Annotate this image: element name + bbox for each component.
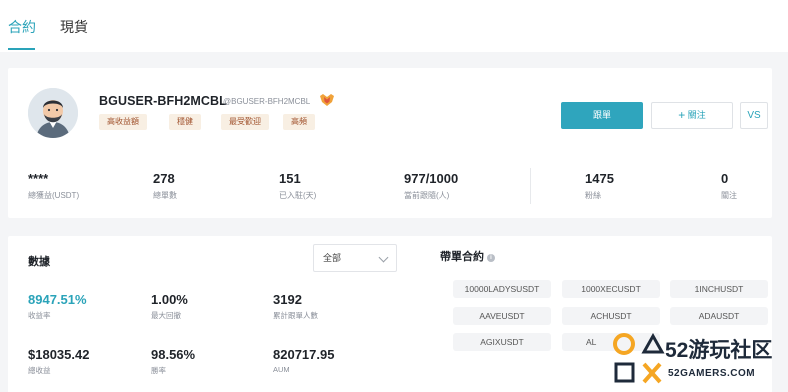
stat-fans: 1475 粉絲 xyxy=(585,171,614,201)
compare-button[interactable]: VS xyxy=(740,102,768,129)
stat-value: **** xyxy=(28,171,49,186)
metric-roi: 8947.51% 收益率 xyxy=(28,292,87,321)
metric-value: $18035.42 xyxy=(28,347,90,362)
tab-spot[interactable]: 現貨 xyxy=(60,17,88,37)
metric-win-rate: 98.56% 勝率 xyxy=(151,347,195,376)
stat-label: 總單數 xyxy=(153,191,177,200)
trader-badge-icon xyxy=(320,94,334,106)
metric-total-profit: $18035.42 總收益 xyxy=(28,347,89,376)
stat-value: 278 xyxy=(153,171,175,186)
stat-divider xyxy=(530,168,531,204)
metric-label: 最大回撤 xyxy=(151,311,181,320)
avatar-illustration xyxy=(28,88,78,138)
metric-total-copiers: 3192 累計跟單人數 xyxy=(273,292,318,321)
top-tab-bar: 合約 現貨 xyxy=(0,0,788,52)
contract-chip[interactable]: 1000XECUSDT xyxy=(562,280,660,298)
stat-label: 當前跟隨(人) xyxy=(404,191,450,200)
contract-chip[interactable]: AAVEUSDT xyxy=(453,307,551,325)
follow-button-label: 關注 xyxy=(687,110,706,120)
contract-chip[interactable]: ACHUSDT xyxy=(562,307,660,325)
stat-value: 151 xyxy=(279,171,301,186)
chevron-down-icon xyxy=(378,252,389,263)
contracts-section-title: 帶單合約 i xyxy=(440,248,495,264)
active-tab-indicator xyxy=(8,48,35,50)
period-select[interactable]: 全部 xyxy=(313,244,397,272)
stat-total-orders: 278 總單數 xyxy=(153,171,177,201)
site-watermark: 52游玩社区 52GAMERS.COM xyxy=(611,330,788,392)
metric-label: AUM xyxy=(273,365,290,374)
metric-label: 總收益 xyxy=(28,366,51,375)
metric-value: 98.56% xyxy=(151,347,196,362)
stat-label: 關注 xyxy=(721,191,737,200)
contract-chip[interactable]: 1INCHUSDT xyxy=(670,280,768,298)
stat-following: 0 關注 xyxy=(721,171,737,201)
stat-label: 已入駐(天) xyxy=(279,191,317,200)
metric-label: 累計跟單人數 xyxy=(273,311,318,320)
metric-value: 3192 xyxy=(273,292,302,307)
metric-label: 勝率 xyxy=(151,366,166,375)
data-section-title: 數據 xyxy=(28,256,50,268)
username: BGUSER-BFH2MCBL xyxy=(99,94,227,108)
user-handle: @BGUSER-BFH2MCBL xyxy=(223,97,311,106)
stat-current-followers: 977/1000 當前跟隨(人) xyxy=(404,171,458,201)
info-icon[interactable]: i xyxy=(487,254,495,262)
tag-high-frequency: 高頻 xyxy=(283,114,315,130)
avatar[interactable] xyxy=(28,88,78,138)
follow-button[interactable]: + 關注 xyxy=(651,102,733,129)
stat-value: 1475 xyxy=(585,171,614,186)
tab-contract[interactable]: 合約 xyxy=(8,17,36,37)
stat-label: 總獲益(USDT) xyxy=(28,191,80,200)
watermark-logo-icon xyxy=(613,332,665,384)
stat-label: 粉絲 xyxy=(585,191,601,200)
metric-value: 1.00% xyxy=(151,292,188,307)
metric-value: 8947.51% xyxy=(28,292,87,307)
contract-chip[interactable]: 10000LADYSUSDT xyxy=(453,280,551,298)
contract-chip[interactable]: ADAUSDT xyxy=(670,307,768,325)
metric-label: 收益率 xyxy=(28,311,51,320)
tag-most-popular: 最受歡迎 xyxy=(221,114,269,130)
watermark-url: 52GAMERS.COM xyxy=(668,368,756,379)
stat-value: 977/1000 xyxy=(404,171,459,186)
tag-steady: 穩健 xyxy=(169,114,201,130)
copy-trade-button[interactable]: 跟單 xyxy=(561,102,643,129)
stat-days-joined: 151 已入駐(天) xyxy=(279,171,316,201)
contract-chip[interactable]: AGIXUSDT xyxy=(453,333,551,351)
metric-max-drawdown: 1.00% 最大回撤 xyxy=(151,292,188,321)
tag-high-profit: 高收益額 xyxy=(99,114,147,130)
stat-value: 0 xyxy=(721,171,729,186)
metric-aum: 820717.95 AUM xyxy=(273,347,334,374)
contracts-section-label: 帶單合約 xyxy=(440,251,484,263)
period-select-value: 全部 xyxy=(323,253,342,263)
watermark-brand: 52游玩社区 xyxy=(665,339,773,362)
profile-card: BGUSER-BFH2MCBL @BGUSER-BFH2MCBL 高收益額 穩健… xyxy=(8,68,772,218)
metric-value: 820717.95 xyxy=(273,347,335,362)
stat-total-profit: **** 總獲益(USDT) xyxy=(28,171,79,201)
plus-icon: + xyxy=(678,108,686,122)
